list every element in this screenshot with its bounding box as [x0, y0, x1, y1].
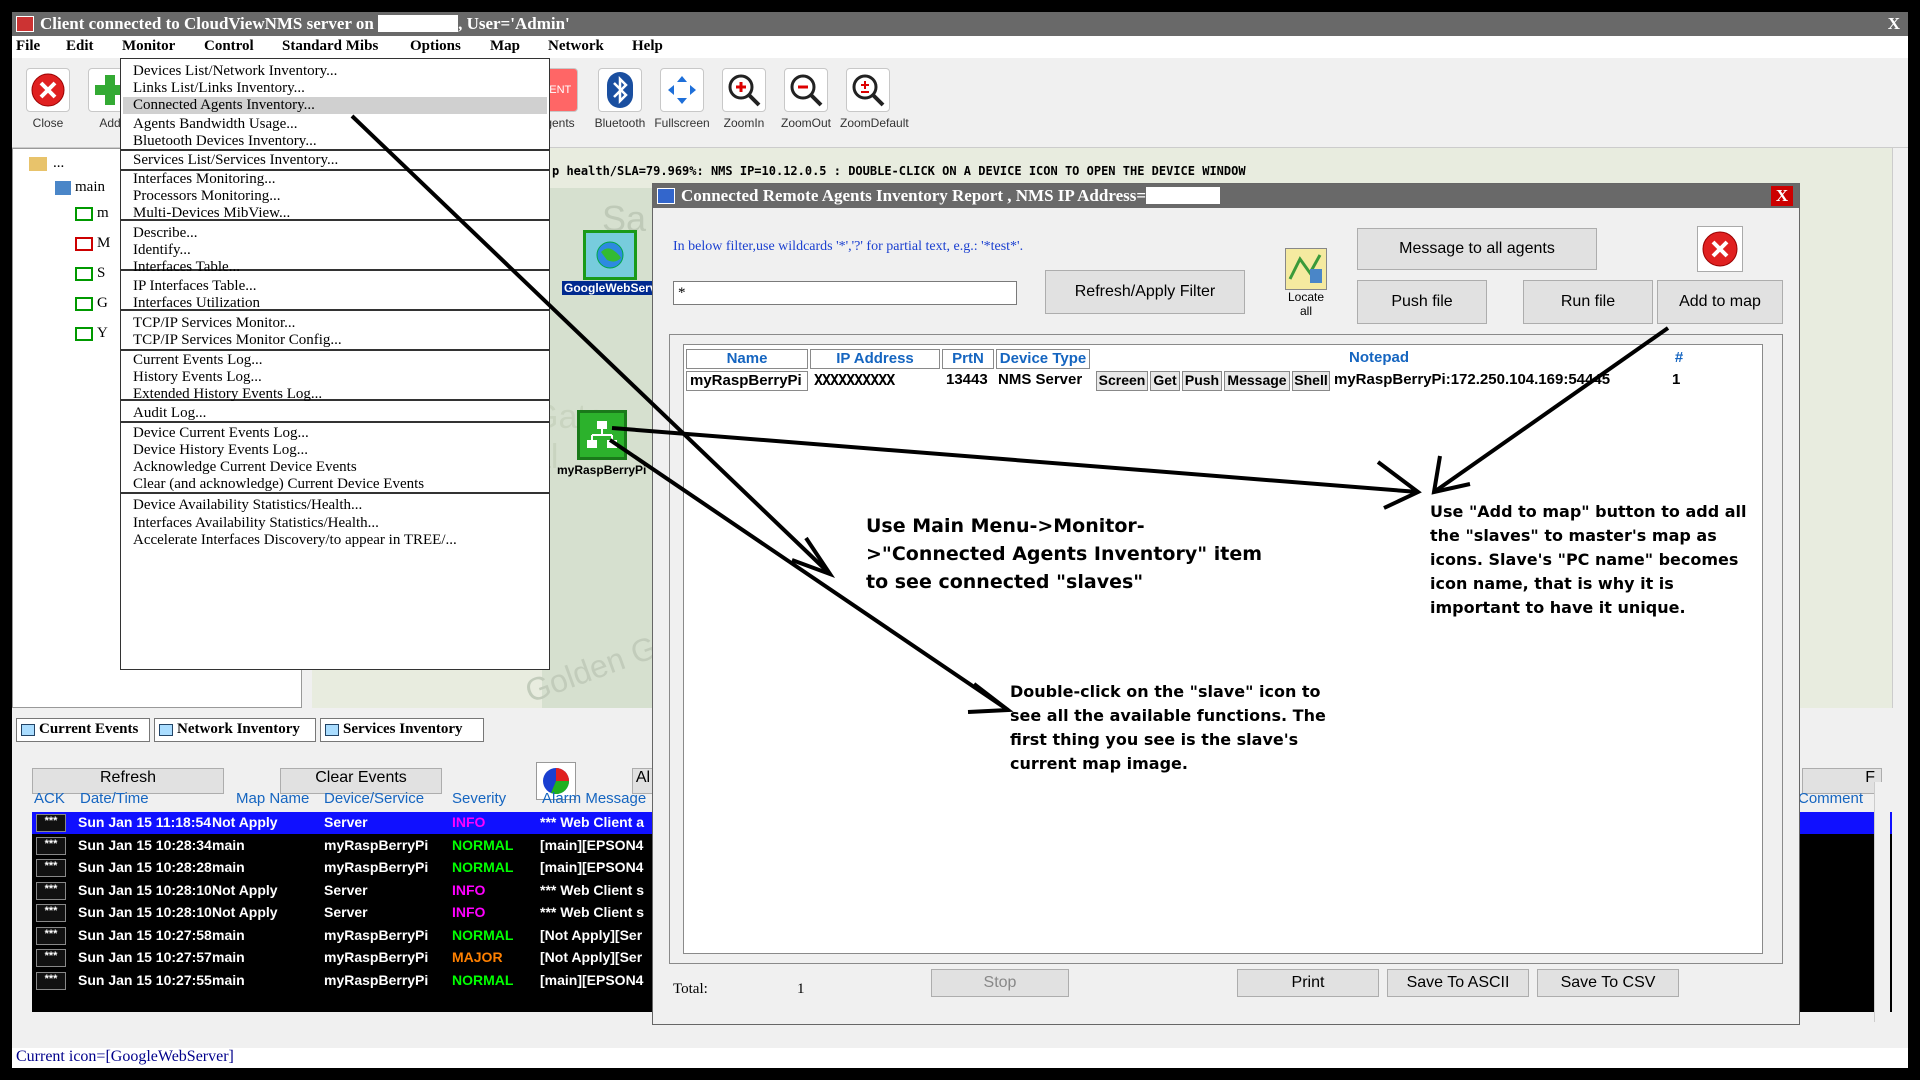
annotation-double-click: Double-click on the "slave" icon to see …: [1010, 682, 1326, 773]
annotation-add-to-map: Use "Add to map" button to add all the "…: [1430, 502, 1747, 617]
annotation-connected-agents: Use Main Menu->Monitor->"Connected Agent…: [866, 515, 1263, 593]
arrow-menu-to-text: [350, 114, 832, 576]
arrowhead: [1376, 460, 1422, 510]
arrow-addmap-button: [1432, 326, 1670, 494]
